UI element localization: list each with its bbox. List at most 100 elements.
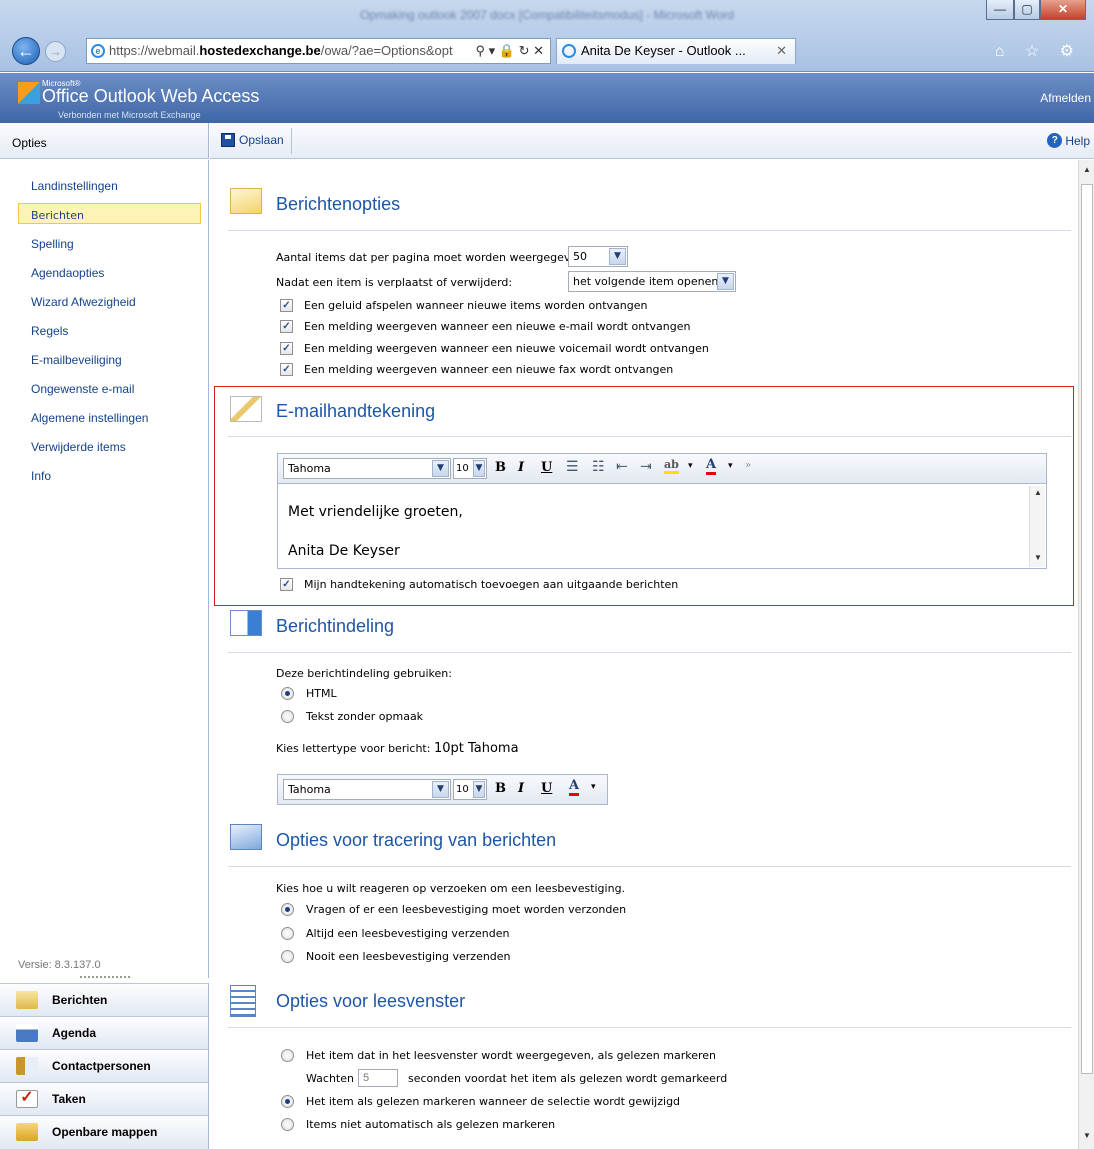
- nav-info[interactable]: Info: [18, 464, 201, 489]
- nav-algemene-instellingen[interactable]: Algemene instellingen: [18, 406, 201, 431]
- main-scrollbar[interactable]: ▲ ▼: [1078, 160, 1094, 1149]
- numbered-list-icon[interactable]: ☷: [592, 459, 605, 475]
- signature-editor-scrollbar[interactable]: ▲ ▼: [1029, 486, 1045, 567]
- section-divider: [228, 436, 1071, 437]
- help-button[interactable]: ? Help: [1047, 133, 1090, 148]
- nav-e-mailbeveiliging[interactable]: E-mailbeveiliging: [18, 348, 201, 373]
- outdent-icon[interactable]: ⇤: [616, 459, 628, 475]
- nav-ongewenste-e-mail[interactable]: Ongewenste e-mail: [18, 377, 201, 402]
- radio-no-auto-read[interactable]: [281, 1118, 294, 1131]
- checkbox-fax-notify[interactable]: ✓: [280, 363, 293, 376]
- wait-seconds-input[interactable]: 5: [358, 1069, 398, 1087]
- font-choice-value: 10pt Tahoma: [433, 741, 519, 756]
- radio-always-receipt[interactable]: [281, 927, 294, 940]
- underline-button[interactable]: U: [541, 460, 552, 475]
- nav-spelling[interactable]: Spelling: [18, 232, 201, 257]
- nav-verwijderde-items[interactable]: Verwijderde items: [18, 435, 201, 460]
- radio-plain-text-label: Tekst zonder opmaak: [306, 710, 424, 723]
- back-button[interactable]: ←: [12, 37, 40, 65]
- checkbox-email-notify[interactable]: ✓: [280, 320, 293, 333]
- format-bold-button[interactable]: B: [495, 781, 506, 796]
- radio-mark-read-selection[interactable]: [281, 1095, 294, 1108]
- module-berichten[interactable]: Berichten: [0, 983, 209, 1016]
- minimize-button[interactable]: —: [986, 0, 1014, 20]
- section-title-tracking: Opties voor tracering van berichten: [276, 830, 557, 850]
- radio-plain-text[interactable]: [281, 710, 294, 723]
- section-title-format: Berichtindeling: [276, 616, 395, 636]
- font-color-icon[interactable]: A: [706, 457, 717, 475]
- font-choice-label: Kies lettertype voor bericht: 10pt Tahom…: [276, 741, 519, 756]
- format-italic-button[interactable]: I: [518, 781, 524, 796]
- tab-close-icon[interactable]: ✕: [776, 39, 787, 63]
- section-title-signature: E-mailhandtekening: [276, 401, 436, 421]
- module-contactpersonen[interactable]: Contactpersonen: [0, 1049, 209, 1082]
- close-window-button[interactable]: ✕: [1040, 0, 1086, 20]
- address-path: /owa/?ae=Options&opt: [320, 43, 453, 58]
- wait-suffix-label: seconden voordat het item als gelezen wo…: [408, 1072, 728, 1085]
- format-underline-button[interactable]: U: [541, 781, 552, 796]
- options-nav: Landinstellingen Berichten Spelling Agen…: [0, 160, 209, 978]
- select-value: 10: [456, 463, 469, 474]
- browser-tools-icons[interactable]: ⌂ ☆ ⚙: [995, 41, 1082, 61]
- help-label: Help: [1065, 134, 1090, 148]
- browser-tab[interactable]: Anita De Keyser - Outlook ... ✕: [556, 38, 796, 64]
- save-button[interactable]: Opslaan: [221, 133, 284, 147]
- address-bar[interactable]: e https://webmail.hostedexchange.be/owa/…: [86, 38, 551, 64]
- checkbox-voicemail-notify-label: Een melding weergeven wanneer een nieuwe…: [304, 342, 709, 355]
- scroll-up-arrow[interactable]: ▲: [1081, 164, 1093, 176]
- maximize-button[interactable]: ▢: [1014, 0, 1040, 20]
- module-agenda[interactable]: Agenda: [0, 1016, 209, 1049]
- scroll-thumb[interactable]: [1081, 184, 1093, 1074]
- indent-icon[interactable]: ⇥: [640, 459, 652, 475]
- highlight-dropdown-icon[interactable]: ▾: [688, 461, 693, 471]
- radio-html[interactable]: [281, 687, 294, 700]
- scroll-up-arrow[interactable]: ▲: [1032, 487, 1044, 499]
- address-domain: hostedexchange.be: [199, 43, 321, 58]
- bold-button[interactable]: B: [495, 460, 506, 475]
- envelope-icon: [230, 188, 262, 214]
- nav-wizard-afwezigheid[interactable]: Wizard Afwezigheid: [18, 290, 201, 315]
- italic-button[interactable]: I: [518, 460, 524, 475]
- nav-regels[interactable]: Regels: [18, 319, 201, 344]
- bullet-list-icon[interactable]: ☰: [566, 459, 579, 475]
- resize-grip[interactable]: [80, 976, 130, 980]
- highlight-icon[interactable]: ab: [664, 458, 679, 474]
- select-value: het volgende item openen: [573, 275, 719, 288]
- save-disk-icon: [221, 133, 235, 147]
- address-action-icons[interactable]: ⚲ ▾ 🔒 ↻ ✕: [471, 39, 544, 63]
- more-options-icon[interactable]: »: [745, 460, 751, 471]
- radio-mark-read-preview-label: Het item dat in het leesvenster wordt we…: [306, 1049, 717, 1062]
- after-move-select[interactable]: het volgende item openen ▼: [568, 271, 736, 292]
- checkbox-voicemail-notify[interactable]: ✓: [280, 342, 293, 355]
- select-value: Tahoma: [288, 462, 331, 475]
- radio-ask-receipt[interactable]: [281, 903, 294, 916]
- font-choice-text: Kies lettertype voor bericht:: [276, 742, 431, 755]
- signature-size-select[interactable]: 10 ▼: [453, 458, 487, 479]
- signout-link[interactable]: Afmelden: [1040, 91, 1091, 105]
- module-taken[interactable]: ✓ Taken: [0, 1082, 209, 1115]
- signature-pen-icon: [230, 396, 262, 422]
- format-font-select[interactable]: Tahoma ▼: [283, 779, 451, 800]
- items-per-page-select[interactable]: 50 ▼: [568, 246, 628, 267]
- nav-agendaopties[interactable]: Agendaopties: [18, 261, 201, 286]
- format-font-color-icon[interactable]: A: [569, 778, 580, 796]
- checkbox-email-notify-label: Een melding weergeven wanneer een nieuwe…: [304, 320, 691, 333]
- signature-font-select[interactable]: Tahoma ▼: [283, 458, 451, 479]
- checkbox-auto-signature[interactable]: ✓: [280, 578, 293, 591]
- forward-button[interactable]: →: [45, 41, 66, 62]
- scroll-down-arrow[interactable]: ▼: [1032, 552, 1044, 564]
- toolbar-divider: [291, 128, 292, 154]
- checkbox-sound[interactable]: ✓: [280, 299, 293, 312]
- tasks-check-icon: ✓: [16, 1090, 38, 1108]
- nav-landinstellingen[interactable]: Landinstellingen: [18, 174, 201, 199]
- scroll-down-arrow[interactable]: ▼: [1081, 1130, 1093, 1142]
- module-openbare-mappen[interactable]: Openbare mappen: [0, 1115, 209, 1149]
- font-color-dropdown-icon[interactable]: ▾: [728, 461, 733, 471]
- radio-mark-read-preview[interactable]: [281, 1049, 294, 1062]
- nav-berichten[interactable]: Berichten: [18, 203, 201, 224]
- section-divider: [228, 866, 1071, 867]
- format-size-select[interactable]: 10 ▼: [453, 779, 487, 800]
- format-font-color-dropdown-icon[interactable]: ▾: [591, 782, 596, 792]
- radio-never-receipt[interactable]: [281, 950, 294, 963]
- module-label: Agenda: [52, 1026, 97, 1040]
